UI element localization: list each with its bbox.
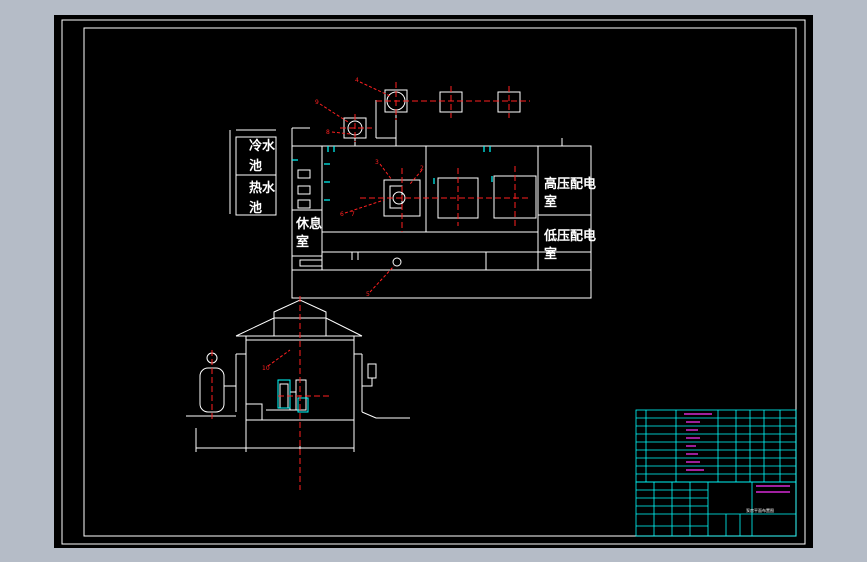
cad-viewport: 冷水 池 热水 池 休息 室 高压配电 室 低压配电 室 4 9 8 3 2 6… [54,15,813,548]
marker-7: 7 [351,211,355,218]
lv-room-label-1: 低压配电 [543,228,596,244]
marker-2: 2 [420,165,424,172]
marker-9: 9 [315,99,319,106]
drawing-sheet [54,15,813,548]
lv-room-label-2: 室 [544,246,557,262]
rest-room-label-2: 室 [296,234,309,250]
hot-pool-label-1: 热水 [249,180,276,196]
hv-room-label-1: 高压配电 [544,176,596,192]
cold-pool-label-1: 冷水 [249,138,276,154]
hot-pool-label-2: 池 [249,200,262,216]
cold-pool-label-2: 池 [249,158,262,174]
marker-6: 6 [340,211,344,218]
drawing-title: 泵房平面布置图 [746,507,774,513]
rest-room-label-1: 休息 [295,216,322,232]
marker-5: 5 [366,291,370,298]
marker-10: 10 [262,365,270,372]
hv-room-label-2: 室 [544,194,557,210]
marker-3: 3 [375,159,379,166]
marker-4: 4 [355,77,359,84]
marker-8: 8 [326,129,330,136]
